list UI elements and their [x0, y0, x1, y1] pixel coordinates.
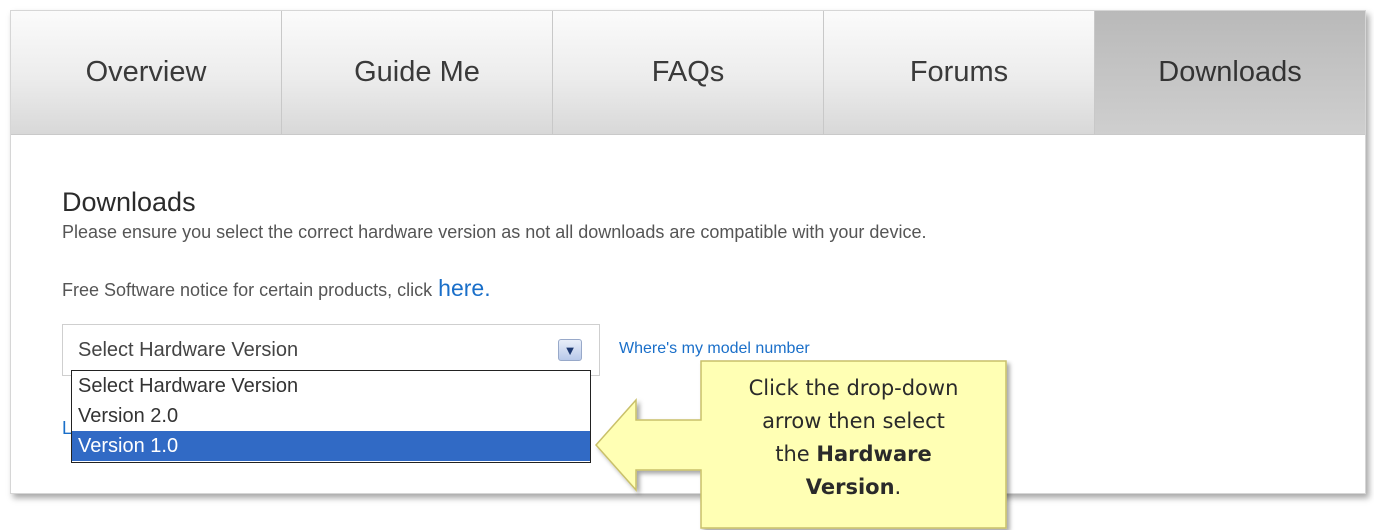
- hardware-version-dropdown-list: Select Hardware Version Version 2.0 Vers…: [71, 370, 591, 463]
- product-support-panel: Overview Guide Me FAQs Forums Downloads …: [10, 10, 1366, 529]
- notice-text: Free Software notice for certain product…: [62, 280, 433, 300]
- tab-downloads[interactable]: Downloads: [1095, 11, 1365, 134]
- tab-forums[interactable]: Forums: [824, 11, 1095, 134]
- hardware-version-value: Select Hardware Version: [78, 339, 299, 361]
- callout-line-1: Click the drop-down: [748, 376, 959, 400]
- callout-line-4-suffix: .: [894, 475, 902, 499]
- notice-suffix: .: [484, 275, 491, 301]
- page-title: Downloads: [62, 187, 196, 217]
- option-select-hardware-version[interactable]: Select Hardware Version: [72, 371, 590, 401]
- callout-line-3: the Hardware: [701, 438, 1006, 471]
- callout-line-2: arrow then select: [762, 409, 945, 433]
- notice-here-link[interactable]: here: [438, 275, 484, 301]
- free-software-notice: Free Software notice for certain product…: [62, 275, 491, 302]
- option-version-2-0[interactable]: Version 2.0: [72, 401, 590, 431]
- tab-guide-me[interactable]: Guide Me: [282, 11, 553, 134]
- tab-overview[interactable]: Overview: [11, 11, 282, 134]
- callout-line-3-bold: Hardware: [816, 442, 932, 466]
- compatibility-description: Please ensure you select the correct har…: [62, 222, 927, 242]
- callout-text: Click the drop-down arrow then select th…: [701, 372, 1006, 504]
- callout-line-3-prefix: the: [775, 442, 810, 466]
- tab-bar: Overview Guide Me FAQs Forums Downloads: [11, 11, 1365, 135]
- hardware-version-select[interactable]: Select Hardware Version ▼: [62, 324, 600, 376]
- dropdown-arrow-button[interactable]: ▼: [558, 339, 582, 361]
- model-number-help-link[interactable]: Where's my model number: [619, 340, 810, 358]
- instruction-callout: Click the drop-down arrow then select th…: [576, 360, 1026, 530]
- callout-line-4-bold: Version: [805, 475, 895, 499]
- option-version-1-0[interactable]: Version 1.0: [72, 431, 590, 461]
- callout-line-4: Version.: [701, 471, 1006, 504]
- tab-faqs[interactable]: FAQs: [553, 11, 824, 134]
- chevron-down-icon: ▼: [563, 342, 577, 358]
